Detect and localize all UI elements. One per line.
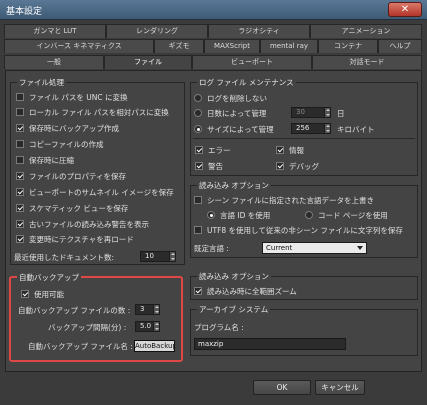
backup-name-label: 自動バックアップ ファイル名 :: [28, 342, 133, 351]
log-size-unit: キロバイト: [337, 125, 375, 134]
checkbox-icon: [276, 162, 284, 170]
log-size-spinner[interactable]: 256: [291, 123, 331, 134]
utf8-checkbox[interactable]: UTF8 を使用して従来の非シーン ファイルに文字列を保存: [194, 225, 403, 236]
spinner-arrows-icon[interactable]: [324, 124, 330, 133]
log-by-size-radio[interactable]: サイズによって管理: [194, 124, 274, 135]
tab-general[interactable]: 一般: [4, 55, 104, 69]
checkbox-icon: [16, 93, 24, 101]
default-lang-label: 既定言語 :: [194, 244, 229, 253]
checkbox-icon: [194, 226, 202, 234]
cancel-button[interactable]: キャンセル: [315, 380, 365, 395]
log-debug-checkbox[interactable]: デバッグ: [276, 161, 319, 172]
backup-interval-label: バックアップ間隔(分) :: [48, 323, 127, 332]
tab-interaction[interactable]: 対話モード: [312, 55, 422, 69]
radio-icon: [194, 125, 202, 133]
default-lang-dropdown[interactable]: Current: [262, 242, 367, 254]
tab-ik[interactable]: インバース キネマティクス: [4, 39, 154, 53]
program-name-input[interactable]: maxzip: [194, 338, 346, 350]
checkbox-icon: [21, 290, 29, 298]
spinner-arrows-icon[interactable]: [324, 108, 330, 117]
archive-title: アーカイブ システム: [197, 304, 271, 315]
relative-path-checkbox[interactable]: ローカル ファイル パスを相対パスに変換: [16, 107, 169, 118]
recent-docs-label: 最近使用したドキュメント数:: [14, 253, 115, 262]
save-schematic-checkbox[interactable]: スケマティック ビューを保存: [16, 203, 128, 214]
close-button[interactable]: ✕: [388, 2, 422, 17]
log-warning-checkbox[interactable]: 警告: [195, 161, 223, 172]
tab-maxscript[interactable]: MAXScript: [204, 39, 260, 53]
lang-id-radio[interactable]: 言語 ID を使用: [207, 210, 270, 221]
checkbox-icon: [16, 188, 24, 196]
checkbox-icon: [195, 162, 203, 170]
spinner-arrows-icon[interactable]: [169, 252, 175, 261]
checkbox-icon: [16, 220, 24, 228]
radio-icon: [194, 109, 202, 117]
load-options-title: 読み込み オプション: [197, 180, 271, 191]
tab-animation[interactable]: アニメーション: [310, 24, 422, 38]
radio-icon: [207, 211, 215, 219]
checkbox-icon: [194, 287, 202, 295]
old-file-warning-checkbox[interactable]: 古いファイルの読み込み警告を表示: [16, 219, 149, 230]
backup-name-field[interactable]: AutoBackup: [134, 340, 175, 352]
reload-textures-checkbox[interactable]: 変更時にテクスチャを再ロード: [16, 234, 134, 245]
checkbox-icon: [16, 156, 24, 164]
chevron-down-icon: [357, 246, 363, 250]
checkbox-icon: [16, 108, 24, 116]
tab-gizmo[interactable]: ギズモ: [154, 39, 204, 53]
auto-backup-title: 自動バックアップ: [17, 272, 81, 283]
backup-count-spinner[interactable]: 3: [135, 304, 160, 315]
log-info-checkbox[interactable]: 情報: [276, 145, 304, 156]
spinner-arrows-icon[interactable]: [153, 322, 159, 331]
save-properties-checkbox[interactable]: ファイルのプロパティを保存: [16, 171, 126, 182]
program-name-label: プログラム名 :: [194, 323, 244, 332]
copy-file-checkbox[interactable]: コピーファイルの作成: [16, 139, 104, 150]
auto-backup-enable-checkbox[interactable]: 使用可能: [21, 289, 64, 300]
spinner-arrows-icon[interactable]: [153, 305, 159, 314]
log-days-spinner[interactable]: 30: [291, 107, 331, 118]
recent-docs-spinner[interactable]: 10: [140, 251, 176, 262]
tab-radiosity[interactable]: ラジオシティ: [208, 24, 310, 38]
backup-on-save-checkbox[interactable]: 保存時にバックアップ作成: [16, 123, 119, 134]
checkbox-icon: [16, 124, 24, 132]
tab-viewport[interactable]: ビューポート: [192, 55, 312, 69]
title-bar: 基本設定 ✕: [0, 0, 427, 20]
log-error-checkbox[interactable]: エラー: [195, 145, 231, 156]
unc-path-checkbox[interactable]: ファイル パスを UNC に変換: [16, 92, 128, 103]
tab-container[interactable]: コンテナ: [318, 39, 378, 53]
overwrite-lang-checkbox[interactable]: シーン ファイルに指定された言語データを上書き: [194, 195, 374, 206]
checkbox-icon: [16, 235, 24, 243]
divider: [193, 138, 415, 139]
log-by-days-radio[interactable]: 日数によって管理: [194, 108, 266, 119]
zoom-extents-checkbox[interactable]: 読み込み時に全範囲ズーム: [194, 286, 297, 297]
checkbox-icon: [276, 146, 284, 154]
tab-mental-ray[interactable]: mental ray: [260, 39, 318, 53]
tab-help[interactable]: ヘルプ: [378, 39, 422, 53]
checkbox-icon: [16, 140, 24, 148]
checkbox-icon: [194, 196, 202, 204]
backup-count-label: 自動バックアップ ファイルの数 :: [18, 306, 131, 315]
log-never-delete-radio[interactable]: ログを削除しない: [194, 93, 267, 104]
load-zoom-title: 読み込み オプション: [197, 271, 271, 282]
checkbox-icon: [16, 204, 24, 212]
checkbox-icon: [195, 146, 203, 154]
backup-interval-spinner[interactable]: 5.0: [135, 321, 160, 332]
checkbox-icon: [16, 172, 24, 180]
code-page-radio[interactable]: コード ページを使用: [305, 210, 388, 221]
ok-button[interactable]: OK: [253, 380, 311, 395]
log-days-unit: 日: [337, 109, 345, 118]
tab-files[interactable]: ファイル: [104, 55, 192, 69]
radio-icon: [305, 211, 313, 219]
file-processing-title: ファイル処理: [17, 77, 66, 88]
tab-gamma-lut[interactable]: ガンマと LUT: [4, 24, 106, 38]
save-thumbnail-checkbox[interactable]: ビューポートのサムネイル イメージを保存: [16, 187, 174, 198]
window-title: 基本設定: [6, 7, 43, 17]
radio-icon: [194, 94, 202, 102]
log-maintenance-title: ログ ファイル メンテナンス: [197, 77, 296, 88]
compress-on-save-checkbox[interactable]: 保存時に圧縮: [16, 155, 74, 166]
tab-rendering[interactable]: レンダリング: [106, 24, 208, 38]
